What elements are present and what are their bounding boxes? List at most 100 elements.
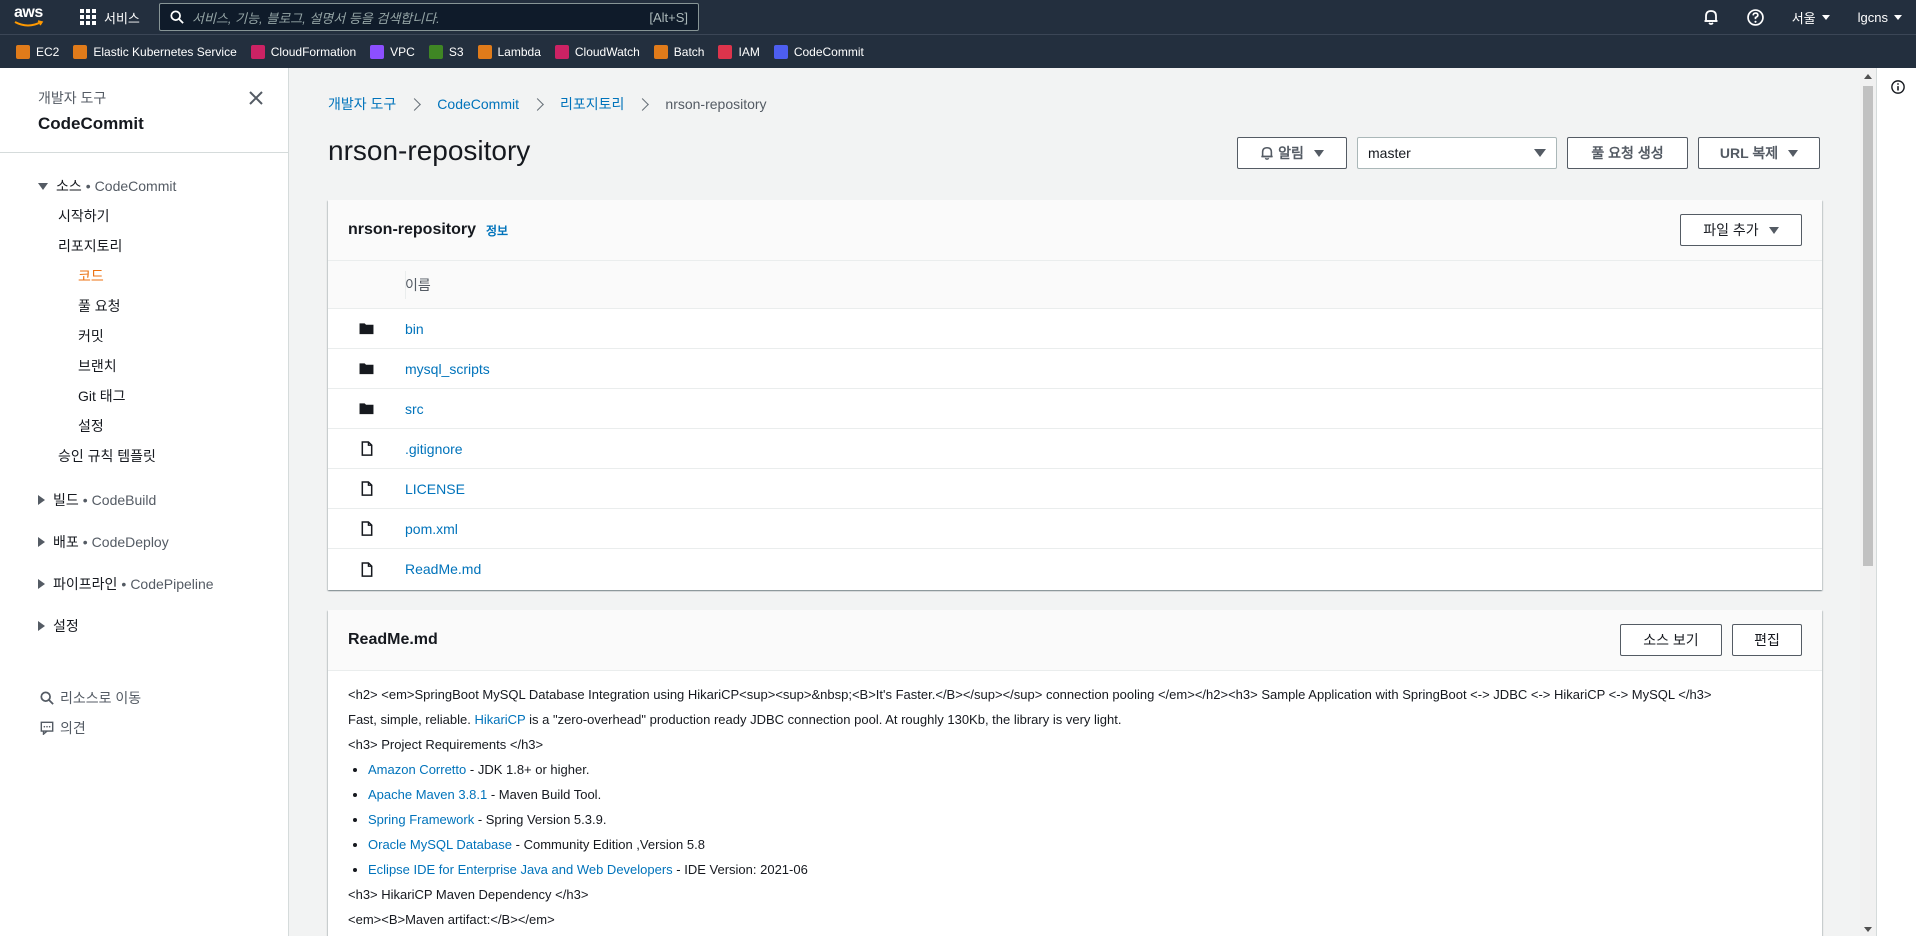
favorite-cloudwatch[interactable]: CloudWatch: [554, 44, 640, 59]
favorite-label: IAM: [738, 44, 760, 59]
file-link[interactable]: mysql_scripts: [405, 361, 490, 377]
scroll-down-icon[interactable]: [1864, 927, 1872, 932]
file-link[interactable]: ReadMe.md: [405, 561, 481, 577]
info-link[interactable]: 정보: [486, 222, 508, 239]
favorite-label: Batch: [673, 44, 705, 59]
panel-title: nrson-repository: [348, 221, 477, 238]
file-row: LICENSE: [328, 469, 1822, 509]
file-link[interactable]: LICENSE: [405, 481, 465, 497]
file-link[interactable]: .gitignore: [405, 441, 463, 457]
breadcrumb-developer-tools[interactable]: 개발자 도구: [328, 94, 396, 114]
page-actions: 알림 master 풀 요청 생성 URL 복제: [1227, 137, 1820, 169]
sidebar-item-pull-requests[interactable]: 풀 요청: [0, 291, 288, 321]
requirement-link[interactable]: Spring Framework: [368, 812, 474, 827]
requirement-text: - JDK 1.8+ or higher.: [466, 762, 590, 777]
readme-line: <em><B>Maven artifact:</B></em>: [348, 912, 555, 927]
search-input[interactable]: 서비스, 기능, 블로그, 설명서 등을 검색합니다. [Alt+S]: [159, 3, 699, 31]
sidebar-item-code[interactable]: 코드: [0, 261, 288, 291]
caret-down-icon: [1768, 226, 1779, 234]
favorite-label: Lambda: [497, 44, 541, 59]
feedback-label: 의견: [60, 720, 86, 736]
favorite-batch[interactable]: Batch: [653, 44, 705, 59]
favorite-codecommit[interactable]: CodeCommit: [773, 44, 864, 59]
section-label: 설정: [53, 618, 79, 634]
sidebar-item-branches[interactable]: 브랜치: [0, 351, 288, 381]
favorite-lambda[interactable]: Lambda: [477, 44, 541, 59]
requirement-item: Apache Maven 3.8.1 - Maven Build Tool.: [368, 785, 1802, 805]
eks-icon: [73, 44, 88, 59]
breadcrumb-codecommit[interactable]: CodeCommit: [437, 96, 519, 112]
account-menu[interactable]: lgcns: [1858, 10, 1902, 25]
sidebar-item-settings[interactable]: 설정: [0, 411, 288, 441]
sidebar-section-source[interactable]: 소스 • CodeCommit: [0, 171, 288, 201]
requirement-link[interactable]: Apache Maven 3.8.1: [368, 787, 487, 802]
favorite-label: CodeCommit: [793, 44, 864, 59]
favorite-elastic-kubernetes-service[interactable]: Elastic Kubernetes Service: [73, 44, 237, 59]
file-link[interactable]: src: [405, 401, 424, 417]
favorite-cloudformation[interactable]: CloudFormation: [250, 44, 357, 59]
favorite-label: CloudFormation: [270, 44, 357, 59]
help-button[interactable]: [1746, 8, 1764, 26]
page-scrollbar[interactable]: [1860, 68, 1876, 936]
hikaricp-link[interactable]: HikariCP: [474, 712, 525, 727]
scrollbar-thumb[interactable]: [1863, 86, 1873, 566]
caret-down-icon: [1534, 149, 1546, 157]
requirement-link[interactable]: Eclipse IDE for Enterprise Java and Web …: [368, 862, 673, 877]
notifications-button[interactable]: [1703, 9, 1719, 25]
requirement-item: Spring Framework - Spring Version 5.3.9.: [368, 810, 1802, 830]
chevron-right-icon: [408, 97, 422, 111]
feedback-link[interactable]: 의견: [0, 713, 288, 743]
favorite-s3[interactable]: S3: [428, 44, 464, 59]
requirement-item: Eclipse IDE for Enterprise Java and Web …: [368, 860, 1802, 880]
create-pull-request-button[interactable]: 풀 요청 생성: [1567, 137, 1688, 169]
file-row: src: [328, 389, 1822, 429]
sidebar-section-settings[interactable]: 설정: [0, 605, 288, 647]
view-source-button[interactable]: 소스 보기: [1620, 624, 1722, 656]
notify-button[interactable]: 알림: [1237, 137, 1347, 169]
file-link[interactable]: pom.xml: [405, 521, 458, 537]
add-file-button[interactable]: 파일 추가: [1680, 214, 1802, 246]
caret-down-icon: [1821, 14, 1830, 20]
aws-logo-text: aws: [14, 4, 43, 21]
sidebar-section-build[interactable]: 빌드 • CodeBuild: [0, 479, 288, 521]
caret-down-icon: [1788, 149, 1799, 157]
favorite-label: CloudWatch: [574, 44, 640, 59]
favorite-ec2[interactable]: EC2: [16, 44, 59, 59]
page-title: nrson-repository: [328, 135, 531, 166]
clone-url-label: URL 복제: [1719, 145, 1779, 161]
file-table: 이름 bin mysql_scriptssrc .gitignore LICENSE p…: [328, 261, 1822, 589]
services-menu-button[interactable]: 서비스: [80, 8, 140, 27]
requirement-link[interactable]: Amazon Corretto: [368, 762, 466, 777]
branch-value: master: [1368, 145, 1411, 161]
sidebar-item-git-tags[interactable]: Git 태그: [0, 381, 288, 411]
aws-logo[interactable]: aws: [14, 2, 60, 32]
help-icon: [1746, 8, 1764, 26]
sidebar-item-getting-started[interactable]: 시작하기: [0, 201, 288, 231]
section-service: CodeCommit: [94, 178, 177, 194]
favorite-vpc[interactable]: VPC: [370, 44, 415, 59]
sidebar-section-deploy[interactable]: 배포 • CodeDeploy: [0, 521, 288, 563]
breadcrumb-repositories[interactable]: 리포지토리: [560, 94, 624, 114]
go-to-resource-link[interactable]: 리소스로 이동: [0, 683, 288, 713]
branch-select[interactable]: master: [1357, 137, 1557, 169]
clone-url-button[interactable]: URL 복제: [1698, 137, 1820, 169]
section-service: CodePipeline: [130, 576, 214, 592]
sidebar-item-repositories[interactable]: 리포지토리: [0, 231, 288, 261]
file-row: pom.xml: [328, 509, 1822, 549]
region-selector[interactable]: 서울: [1792, 8, 1830, 27]
add-file-label: 파일 추가: [1703, 222, 1759, 238]
requirement-link[interactable]: Oracle MySQL Database: [368, 837, 512, 852]
section-bullet: •: [85, 178, 91, 194]
info-icon[interactable]: [1891, 80, 1905, 94]
favorite-iam[interactable]: IAM: [718, 44, 760, 59]
edit-button[interactable]: 편집: [1732, 624, 1802, 656]
sidebar-item-commits[interactable]: 커밋: [0, 321, 288, 351]
expand-right-icon: [38, 537, 45, 547]
close-icon[interactable]: [248, 90, 264, 106]
scroll-up-icon[interactable]: [1864, 74, 1872, 79]
column-header-name: 이름: [405, 270, 431, 299]
sidebar-item-approval-templates[interactable]: 승인 규칙 템플릿: [0, 441, 288, 471]
sidebar-section-pipeline[interactable]: 파이프라인 • CodePipeline: [0, 563, 288, 605]
file-link[interactable]: bin: [405, 321, 424, 337]
expand-right-icon: [38, 495, 45, 505]
